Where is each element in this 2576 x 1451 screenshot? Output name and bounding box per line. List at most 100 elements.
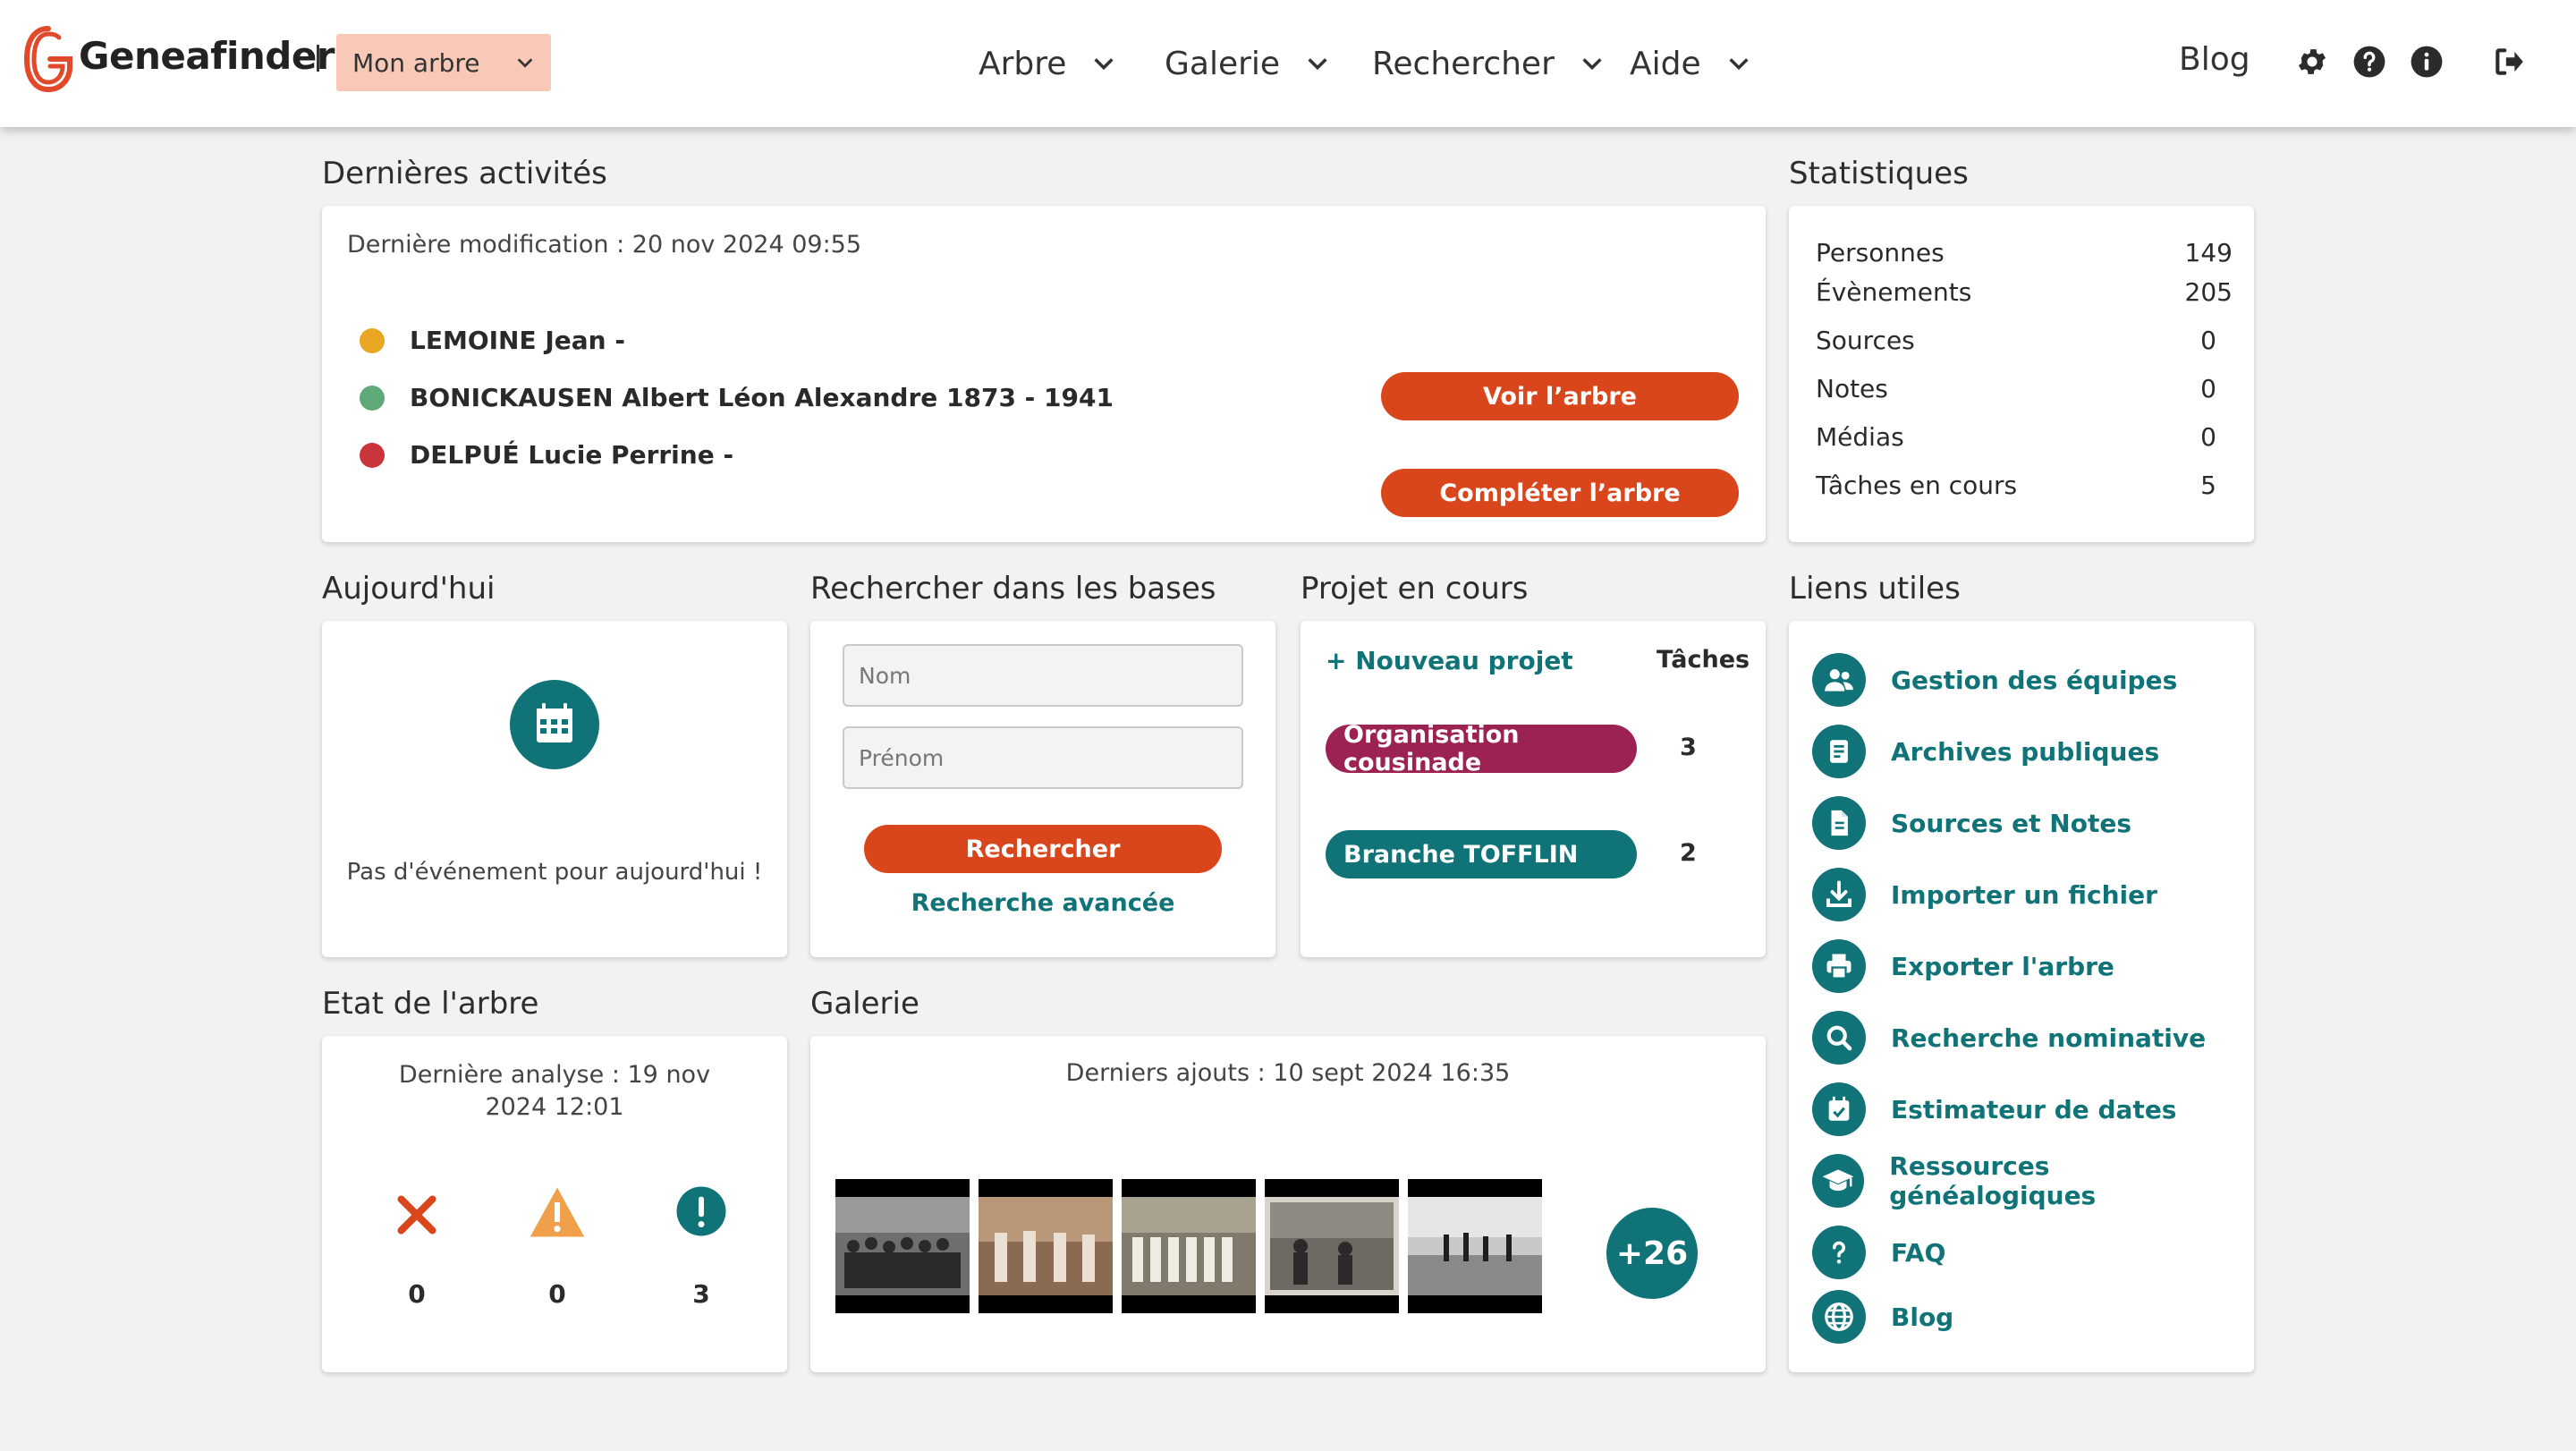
link-label: Importer un fichier xyxy=(1891,879,2157,910)
calendar-check-icon xyxy=(1812,1082,1866,1136)
nav-label: Arbre xyxy=(979,45,1067,82)
calendar-icon xyxy=(510,680,599,769)
status-dot xyxy=(360,327,385,353)
link-label: Exporter l'arbre xyxy=(1891,951,2114,981)
status-dot xyxy=(360,442,385,468)
nav-aide[interactable]: Aide xyxy=(1630,0,1751,127)
activity-person: LEMOINE Jean - xyxy=(410,326,625,355)
projects-title: Projet en cours xyxy=(1301,571,1529,607)
gear-icon[interactable] xyxy=(2295,45,2329,79)
link-label: Ressources généalogiques xyxy=(1889,1151,2097,1210)
nav-arbre[interactable]: Arbre xyxy=(979,0,1116,127)
nav-rechercher[interactable]: Rechercher xyxy=(1372,0,1605,127)
stat-row: Tâches en cours 5 xyxy=(1816,471,2233,500)
nav-galerie[interactable]: Galerie xyxy=(1165,0,1330,127)
link-sources-notes[interactable]: Sources et Notes xyxy=(1812,794,2131,852)
stat-label: Évènements xyxy=(1816,277,1972,307)
gallery-card: Derniers ajouts : 10 sept 2024 16:35 +26 xyxy=(810,1036,1766,1372)
project-pill[interactable]: Branche TOFFLIN xyxy=(1326,830,1637,878)
tree-state-card: Dernière analyse : 19 nov 2024 12:01 0 0… xyxy=(322,1036,787,1372)
link-team-management[interactable]: Gestion des équipes xyxy=(1812,651,2177,709)
activities-title: Dernières activités xyxy=(322,156,607,191)
archive-icon xyxy=(1812,725,1866,778)
link-label: Archives publiques xyxy=(1891,736,2160,767)
link-date-estimator[interactable]: Estimateur de dates xyxy=(1812,1081,2176,1138)
complete-tree-button[interactable]: Compléter l’arbre xyxy=(1381,469,1739,517)
link-label: Estimateur de dates xyxy=(1891,1094,2177,1124)
view-tree-button[interactable]: Voir l’arbre xyxy=(1381,372,1739,420)
project-task-count: 2 xyxy=(1680,839,1697,867)
stat-label: Sources xyxy=(1816,326,1915,355)
print-icon xyxy=(1812,939,1866,993)
link-name-search[interactable]: Recherche nominative xyxy=(1812,1009,2206,1066)
chevron-down-icon xyxy=(1582,58,1602,71)
activity-item[interactable]: BONICKAUSEN Albert Léon Alexandre 1873 -… xyxy=(360,383,1114,412)
firstname-input[interactable]: Prénom xyxy=(843,726,1243,789)
last-added-text: Derniers ajouts : 10 sept 2024 16:35 xyxy=(1065,1059,1511,1087)
info-alert-icon[interactable] xyxy=(674,1184,728,1238)
activity-item[interactable]: LEMOINE Jean - xyxy=(360,326,625,355)
link-blog[interactable]: Blog xyxy=(1812,1288,1953,1345)
stats-title: Statistiques xyxy=(1789,156,1969,191)
project-pill[interactable]: Organisation cousinade xyxy=(1326,721,1637,776)
stat-label: Notes xyxy=(1816,374,1888,403)
question-icon xyxy=(1812,1226,1866,1279)
link-import-file[interactable]: Importer un fichier xyxy=(1812,866,2157,923)
brand-name[interactable]: Geneafinder xyxy=(79,34,335,78)
nav-blog-link[interactable]: Blog xyxy=(2179,41,2250,78)
link-faq[interactable]: FAQ xyxy=(1812,1224,1945,1281)
link-export-tree[interactable]: Exporter l'arbre xyxy=(1812,938,2114,995)
help-icon[interactable] xyxy=(2352,45,2386,79)
error-icon[interactable] xyxy=(390,1188,444,1242)
stat-value: 205 xyxy=(2184,277,2233,307)
stat-value: 149 xyxy=(2184,238,2233,267)
activity-person: DELPUÉ Lucie Perrine - xyxy=(410,440,734,470)
chevron-down-icon xyxy=(1729,58,1749,71)
stat-row: Sources 0 xyxy=(1816,326,2233,355)
globe-icon xyxy=(1812,1290,1866,1344)
search-title: Rechercher dans les bases xyxy=(810,571,1216,607)
stat-value: 0 xyxy=(2200,422,2216,452)
link-public-archives[interactable]: Archives publiques xyxy=(1812,723,2159,780)
gallery-thumbnail[interactable] xyxy=(979,1179,1113,1313)
tree-selector-dropdown[interactable]: Mon arbre xyxy=(336,34,551,91)
stat-row: Notes 0 xyxy=(1816,374,2233,403)
gallery-thumbnail[interactable] xyxy=(1265,1179,1399,1313)
search-icon xyxy=(1812,1011,1866,1065)
gallery-thumbnail[interactable] xyxy=(1122,1179,1256,1313)
warning-icon[interactable] xyxy=(528,1184,587,1240)
stat-row: Personnes 149 xyxy=(1816,238,2233,267)
stats-card: Personnes 149 Évènements 205 Sources 0 Note… xyxy=(1789,206,2254,542)
stat-label: Médias xyxy=(1816,422,1904,452)
link-label: Sources et Notes xyxy=(1891,808,2131,838)
link-label: Gestion des équipes xyxy=(1891,665,2178,695)
activities-card: Dernière modification : 20 nov 2024 09:5… xyxy=(322,206,1766,542)
info-count: 3 xyxy=(692,1279,710,1309)
gallery-thumbnail[interactable] xyxy=(1408,1179,1542,1313)
stat-label: Personnes xyxy=(1816,238,1945,267)
geneafinder-logo-icon[interactable] xyxy=(23,23,73,95)
graduation-cap-icon xyxy=(1812,1154,1865,1208)
more-photos-button[interactable]: +26 xyxy=(1606,1208,1698,1299)
tree-selector-value: Mon arbre xyxy=(352,47,480,78)
chevron-down-icon xyxy=(1308,58,1327,71)
new-project-link[interactable]: + Nouveau projet xyxy=(1326,646,1573,675)
stat-label: Tâches en cours xyxy=(1816,471,2018,500)
last-modified-text: Dernière modification : 20 nov 2024 09:5… xyxy=(347,231,862,259)
search-button[interactable]: Rechercher xyxy=(864,825,1222,873)
logout-icon[interactable] xyxy=(2492,45,2526,79)
name-input[interactable]: Nom xyxy=(843,644,1243,707)
stat-value: 0 xyxy=(2200,326,2216,355)
advanced-search-link[interactable]: Recherche avancée xyxy=(810,889,1275,917)
gallery-thumbnail[interactable] xyxy=(835,1179,970,1313)
search-card: Nom Prénom Rechercher Recherche avancée xyxy=(810,621,1275,957)
chevron-down-icon xyxy=(1094,58,1114,71)
stat-row: Évènements 205 xyxy=(1816,277,2233,307)
info-icon[interactable] xyxy=(2410,45,2444,79)
activity-item[interactable]: DELPUÉ Lucie Perrine - xyxy=(360,440,733,470)
team-icon xyxy=(1812,653,1866,707)
stat-value: 0 xyxy=(2200,374,2216,403)
tree-state-title: Etat de l'arbre xyxy=(322,986,539,1022)
today-title: Aujourd'hui xyxy=(322,571,496,607)
link-genealogy-resources[interactable]: Ressources généalogiques xyxy=(1812,1151,2254,1210)
